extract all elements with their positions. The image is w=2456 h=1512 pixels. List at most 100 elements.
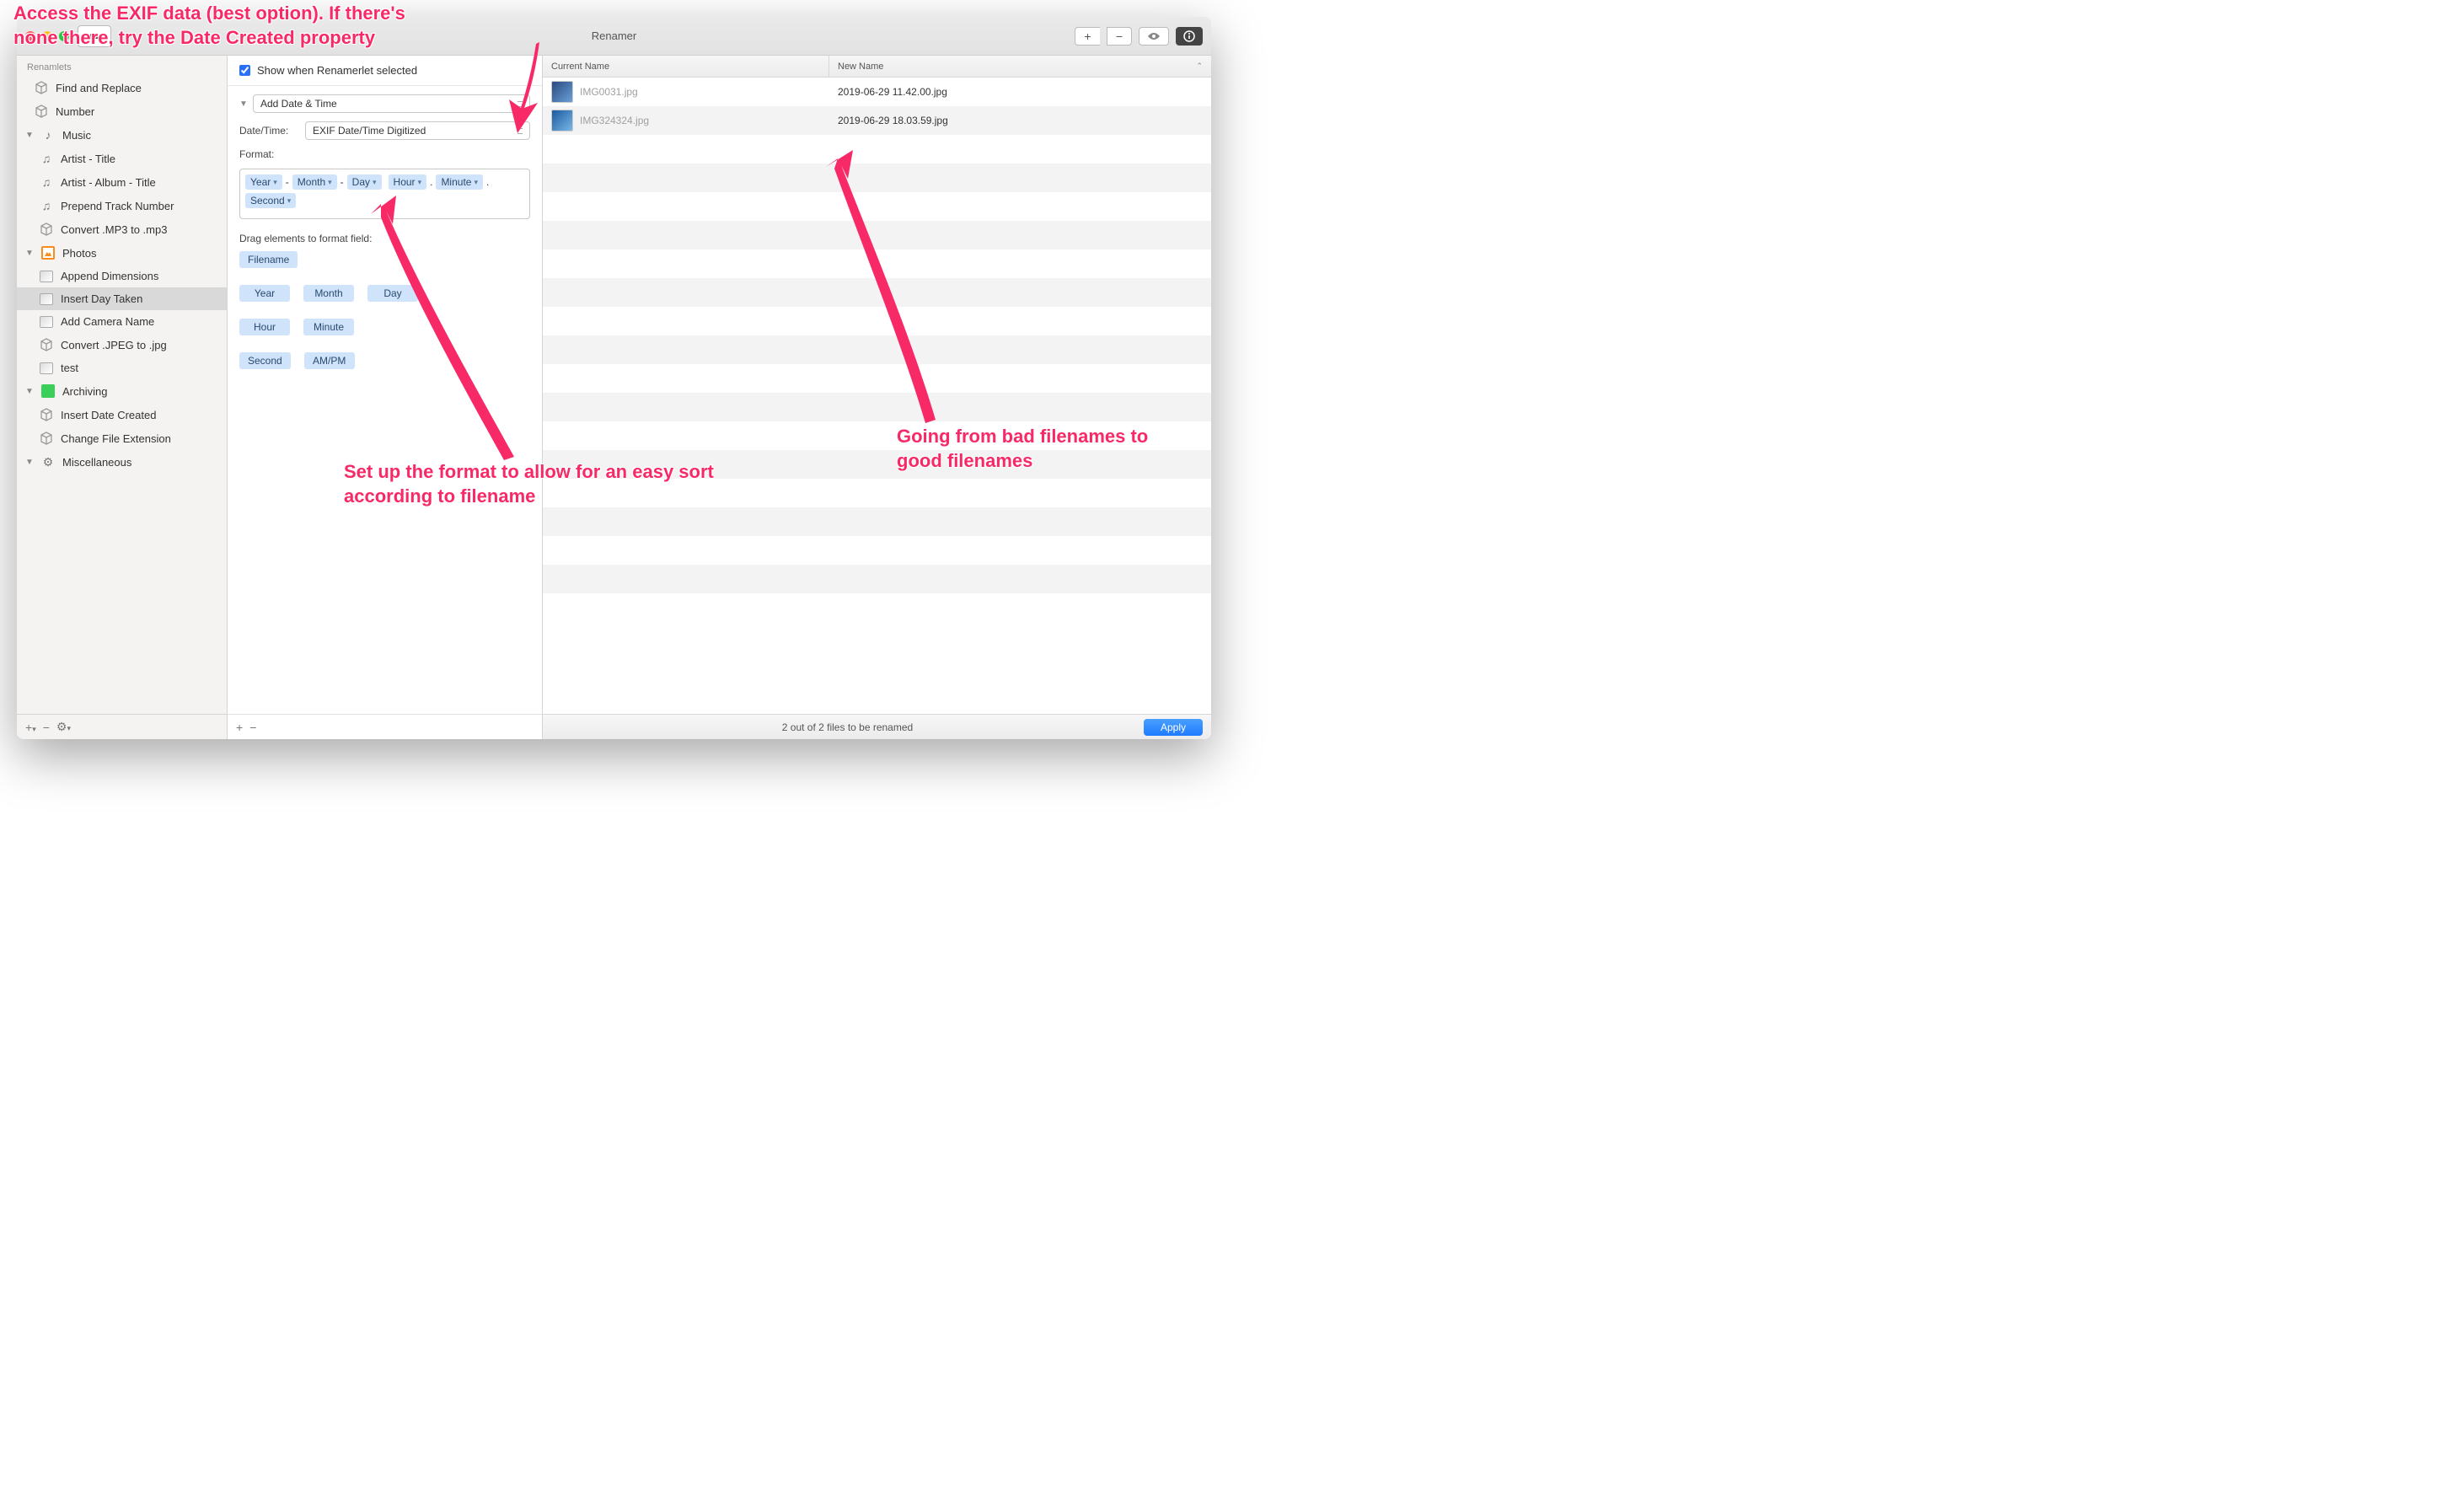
show-when-selected-label: Show when Renamerlet selected (257, 64, 417, 77)
remove-toolbar-button[interactable]: − (1107, 27, 1132, 46)
show-when-selected-checkbox[interactable] (239, 65, 250, 76)
new-name-cell: 2019-06-29 11.42.00.jpg (829, 86, 1211, 98)
sidebar-list: Find and Replace Number ▼ ♪ Music ♫ Arti… (17, 76, 227, 714)
sidebar-group-misc[interactable]: ▼ ⚙ Miscellaneous (17, 450, 227, 475)
annotation-arrow-exif (497, 42, 556, 137)
format-separator: - (286, 176, 289, 188)
add-sidebar-button[interactable]: +▾ (25, 721, 36, 734)
sidebar-group-archiving[interactable]: ▼ Archiving (17, 379, 227, 403)
palette-token-month[interactable]: Month (303, 285, 354, 302)
cube-icon (39, 338, 54, 351)
add-toolbar-button[interactable]: + (1075, 27, 1100, 46)
disclosure-triangle-icon[interactable]: ▼ (25, 458, 34, 467)
sidebar-item-add-camera-name[interactable]: Add Camera Name (17, 310, 227, 333)
table-row[interactable]: IMG324324.jpg 2019-06-29 18.03.59.jpg (543, 106, 1211, 135)
sidebar-item-artist-title[interactable]: ♫ Artist - Title (17, 147, 227, 170)
cube-icon (34, 81, 49, 94)
sidebar-item-label: Convert .JPEG to .jpg (61, 339, 167, 351)
info-icon (1183, 30, 1195, 42)
disclosure-triangle-icon[interactable]: ▼ (25, 249, 34, 258)
palette-token-year[interactable]: Year (239, 285, 290, 302)
files-header: Current Name New Name ⌃ (543, 56, 1211, 78)
sidebar-item-prepend-track[interactable]: ♫ Prepend Track Number (17, 194, 227, 217)
sidebar-item-change-file-ext[interactable]: Change File Extension (17, 426, 227, 450)
remove-renamelet-button[interactable]: − (249, 721, 256, 734)
format-token-hour[interactable]: Hour▾ (389, 174, 427, 190)
window-title: Renamer (17, 29, 1211, 42)
table-row (543, 565, 1211, 593)
apply-button[interactable]: Apply (1144, 719, 1203, 736)
column-current-name[interactable]: Current Name (543, 56, 829, 77)
sidebar-item-label: test (61, 362, 78, 374)
remove-sidebar-button[interactable]: − (43, 721, 50, 734)
sidebar-group-music[interactable]: ▼ ♪ Music (17, 123, 227, 147)
sidebar-item-find-replace[interactable]: Find and Replace (17, 76, 227, 99)
sidebar-group-photos[interactable]: ▼ Photos (17, 241, 227, 265)
disclosure-triangle-icon[interactable]: ▼ (239, 99, 248, 109)
info-toolbar-button[interactable] (1176, 27, 1203, 46)
current-name-cell: IMG0031.jpg (580, 86, 638, 98)
fullscreen-window-button[interactable] (59, 31, 69, 41)
format-token-year[interactable]: Year▾ (245, 174, 282, 190)
add-renamelet-button[interactable]: + (236, 721, 243, 734)
close-window-button[interactable] (25, 31, 35, 41)
image-icon (39, 316, 54, 328)
minimize-window-button[interactable] (42, 31, 52, 41)
sort-caret-icon: ⌃ (1196, 62, 1203, 71)
palette-token-second[interactable]: Second (239, 352, 291, 369)
status-text: 2 out of 2 files to be renamed (551, 721, 1144, 733)
format-label: Format: (239, 148, 300, 160)
sidebar-item-label: Insert Date Created (61, 409, 156, 421)
music-icon: ♪ (40, 128, 56, 142)
chain-icon (87, 31, 102, 41)
table-row (543, 450, 1211, 479)
note-icon: ♫ (39, 175, 54, 189)
sidebar-item-label: Insert Day Taken (61, 292, 142, 305)
format-token-second[interactable]: Second▾ (245, 193, 296, 208)
config-topbar: Show when Renamerlet selected (228, 56, 542, 86)
annotation-arrow-filenames (801, 150, 944, 431)
sidebar-item-convert-mp3[interactable]: Convert .MP3 to .mp3 (17, 217, 227, 241)
current-name-cell: IMG324324.jpg (580, 115, 649, 126)
preview-toolbar-button[interactable] (1139, 27, 1169, 46)
format-separator: - (341, 176, 344, 188)
palette-token-ampm[interactable]: AM/PM (304, 352, 355, 369)
sidebar-item-append-dimensions[interactable]: Append Dimensions (17, 265, 227, 287)
palette-token-filename[interactable]: Filename (239, 251, 298, 268)
table-row (543, 593, 1211, 622)
sidebar-item-number[interactable]: Number (17, 99, 227, 123)
traffic-lights[interactable] (25, 31, 69, 41)
table-row[interactable]: IMG0031.jpg 2019-06-29 11.42.00.jpg (543, 78, 1211, 106)
sidebar-group-label: Archiving (62, 385, 107, 398)
chain-toolbar-button[interactable] (78, 25, 111, 47)
format-token-minute[interactable]: Minute▾ (436, 174, 483, 190)
datetime-source-select[interactable]: EXIF Date/Time Digitized (305, 121, 530, 140)
sidebar-item-insert-day-taken[interactable]: Insert Day Taken (17, 287, 227, 310)
sidebar-item-label: Artist - Album - Title (61, 176, 156, 189)
cube-icon (39, 432, 54, 445)
sidebar-item-convert-jpeg[interactable]: Convert .JPEG to .jpg (17, 333, 227, 357)
eye-icon (1146, 31, 1161, 41)
sidebar-item-artist-album-title[interactable]: ♫ Artist - Album - Title (17, 170, 227, 194)
sidebar-item-label: Number (56, 105, 94, 118)
sidebar-item-label: Convert .MP3 to .mp3 (61, 223, 167, 236)
datetime-source-value: EXIF Date/Time Digitized (313, 125, 426, 137)
format-token-month[interactable]: Month▾ (292, 174, 337, 190)
sidebar-item-label: Add Camera Name (61, 315, 154, 328)
datetime-label: Date/Time: (239, 125, 300, 137)
photo-icon (40, 246, 56, 260)
gear-icon: ⚙ (40, 455, 56, 469)
column-new-name[interactable]: New Name ⌃ (829, 56, 1211, 77)
cube-icon (39, 223, 54, 236)
palette-token-minute[interactable]: Minute (303, 319, 354, 335)
disclosure-triangle-icon[interactable]: ▼ (25, 131, 34, 140)
palette-token-hour[interactable]: Hour (239, 319, 290, 335)
sidebar-group-label: Music (62, 129, 91, 142)
renamelet-type-select[interactable]: Add Date & Time (253, 94, 530, 113)
disclosure-triangle-icon[interactable]: ▼ (25, 387, 34, 396)
image-icon (39, 271, 54, 282)
sidebar-item-insert-date-created[interactable]: Insert Date Created (17, 403, 227, 426)
settings-sidebar-button[interactable]: ⚙▾ (56, 720, 71, 734)
sidebar-item-test[interactable]: test (17, 357, 227, 379)
format-token-day[interactable]: Day▾ (347, 174, 382, 190)
